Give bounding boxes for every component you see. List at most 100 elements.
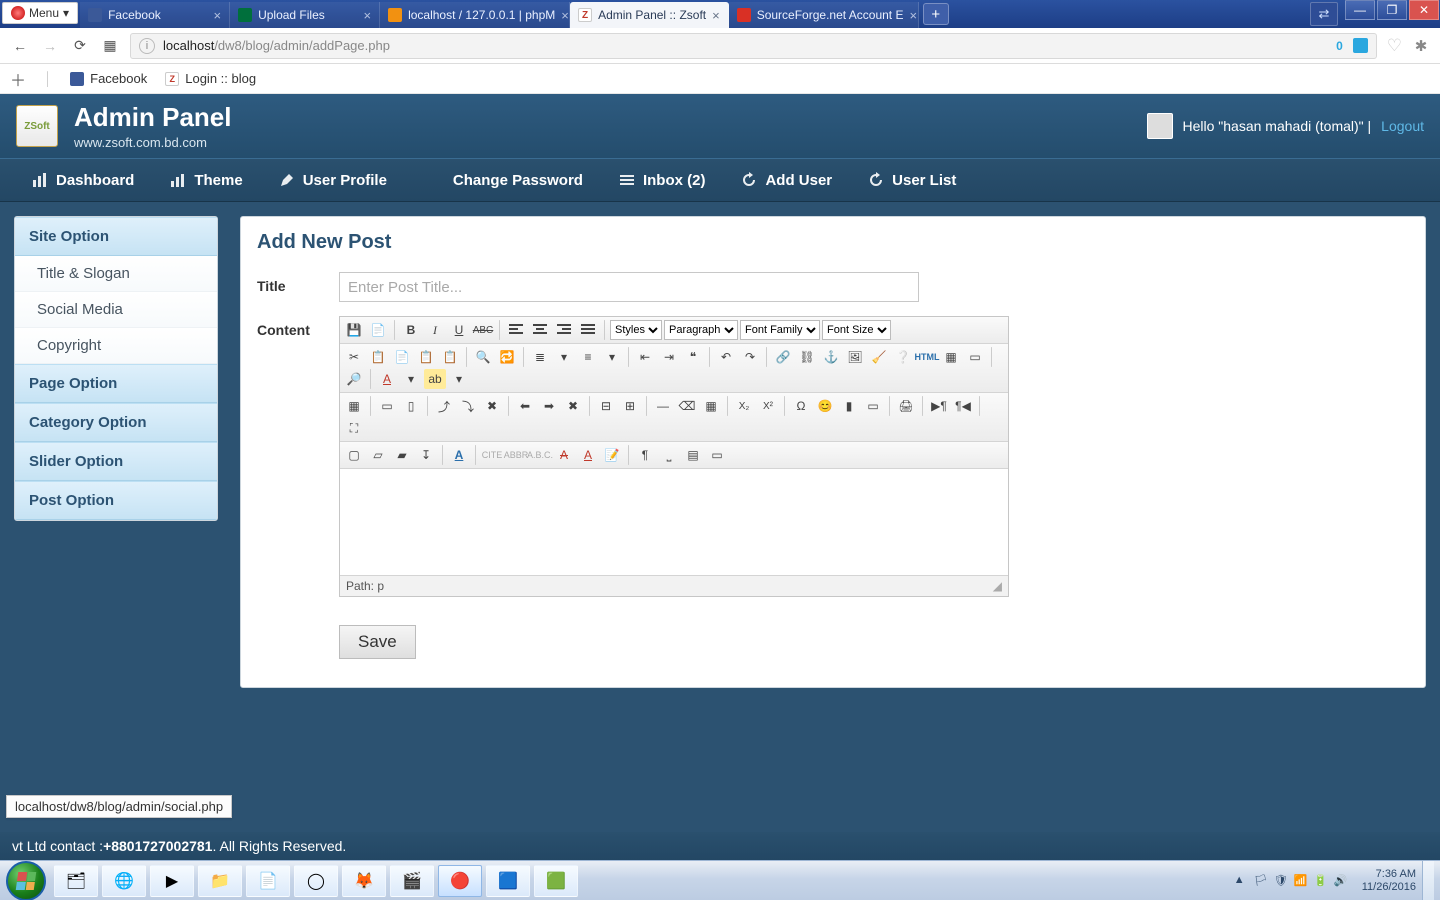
ltr-button[interactable]: ▶¶ bbox=[928, 396, 950, 416]
preview-button[interactable]: 🔎 bbox=[343, 369, 365, 389]
remove-format-button[interactable]: ⌫ bbox=[676, 396, 698, 416]
bookmark-login-blog[interactable]: Z Login :: blog bbox=[165, 71, 256, 86]
chevron-down-icon[interactable]: ▾ bbox=[400, 369, 422, 389]
format-select[interactable]: Paragraph bbox=[664, 320, 738, 340]
insert-row-before-button[interactable]: ⤴ bbox=[433, 396, 455, 416]
tray-network-icon[interactable]: 📶 bbox=[1294, 874, 1308, 888]
strikethrough-button[interactable]: ABC bbox=[472, 320, 494, 340]
align-center-button[interactable] bbox=[529, 320, 551, 340]
media-button[interactable]: ▮ bbox=[838, 396, 860, 416]
subscript-button[interactable]: X₂ bbox=[733, 396, 755, 416]
text-color-button[interactable]: A bbox=[376, 369, 398, 389]
absolute-button[interactable]: ↧ bbox=[415, 445, 437, 465]
superscript-button[interactable]: X² bbox=[757, 396, 779, 416]
blockquote-button[interactable]: ❝ bbox=[682, 347, 704, 367]
tray-volume-icon[interactable]: 🔊 bbox=[1334, 874, 1348, 888]
move-forward-button[interactable]: ▱ bbox=[367, 445, 389, 465]
taskbar-firefox[interactable]: 🦊 bbox=[342, 865, 386, 897]
paste-text-button[interactable]: 📋 bbox=[415, 347, 437, 367]
hr-button[interactable]: — bbox=[652, 396, 674, 416]
close-icon[interactable]: × bbox=[909, 8, 917, 23]
add-bookmark-button[interactable]: ＋ bbox=[10, 67, 26, 91]
rtl-button[interactable]: ¶◀ bbox=[952, 396, 974, 416]
close-icon[interactable]: × bbox=[712, 8, 720, 23]
tab-sourceforge-email[interactable]: SourceForge.net Account E × bbox=[729, 2, 919, 28]
taskbar-notes[interactable]: 📄 bbox=[246, 865, 290, 897]
bold-button[interactable]: B bbox=[400, 320, 422, 340]
align-justify-button[interactable] bbox=[577, 320, 599, 340]
font-family-select[interactable]: Font Family bbox=[740, 320, 820, 340]
insert-col-after-button[interactable]: ➡ bbox=[538, 396, 560, 416]
table-button[interactable]: ▦ bbox=[343, 396, 365, 416]
back-button[interactable]: ← bbox=[10, 36, 30, 56]
sidebar-item-title-slogan[interactable]: Title & Slogan bbox=[15, 256, 217, 292]
template-button[interactable]: ▤ bbox=[682, 445, 704, 465]
tab-facebook[interactable]: Facebook × bbox=[80, 2, 230, 28]
panel-toggle-button[interactable]: ⇄ bbox=[1310, 2, 1338, 26]
nav-inbox[interactable]: Inbox (2) bbox=[601, 159, 724, 201]
tray-shield-icon[interactable]: 🛡 bbox=[1274, 874, 1288, 888]
cite-button[interactable]: CITE bbox=[481, 445, 503, 465]
underline-button[interactable]: U bbox=[448, 320, 470, 340]
taskbar-dreamweaver[interactable]: 🟩 bbox=[534, 865, 578, 897]
taskbar-mpc[interactable]: 🎬 bbox=[390, 865, 434, 897]
new-document-icon[interactable]: 📄 bbox=[367, 320, 389, 340]
help-button[interactable]: ❔ bbox=[892, 347, 914, 367]
unlink-button[interactable]: ⛓ bbox=[796, 347, 818, 367]
split-cells-button[interactable]: ⊟ bbox=[595, 396, 617, 416]
visual-aid-button[interactable]: ▦ bbox=[700, 396, 722, 416]
nav-user-list[interactable]: User List bbox=[850, 159, 974, 201]
print-button[interactable]: 🖨 bbox=[895, 396, 917, 416]
tab-admin-panel[interactable]: Z Admin Panel :: Zsoft × bbox=[570, 2, 729, 28]
row-props-button[interactable]: ▭ bbox=[376, 396, 398, 416]
chevron-down-icon[interactable]: ▾ bbox=[601, 347, 623, 367]
save-icon[interactable]: 💾 bbox=[343, 320, 365, 340]
delete-col-button[interactable]: ✖ bbox=[562, 396, 584, 416]
taskbar-xampp[interactable]: 🟦 bbox=[486, 865, 530, 897]
forward-button[interactable]: → bbox=[40, 36, 60, 56]
find-button[interactable]: 🔍 bbox=[472, 347, 494, 367]
close-icon[interactable]: × bbox=[561, 8, 569, 23]
sidebar-item-social-media[interactable]: Social Media bbox=[15, 292, 217, 328]
align-left-button[interactable] bbox=[505, 320, 527, 340]
save-button[interactable]: Save bbox=[339, 625, 416, 659]
bullet-list-button[interactable]: ≣ bbox=[529, 347, 551, 367]
blockquote-toggle-button[interactable]: ▭ bbox=[706, 445, 728, 465]
special-char-button[interactable]: Ω bbox=[790, 396, 812, 416]
extension-icon[interactable]: ✱ bbox=[1412, 37, 1430, 55]
window-close-button[interactable]: ✕ bbox=[1409, 0, 1439, 20]
nav-change-password[interactable]: Change Password bbox=[435, 159, 601, 201]
paste-button[interactable]: 📄 bbox=[391, 347, 413, 367]
abbr-button[interactable]: ABBR bbox=[505, 445, 527, 465]
taskbar-wmp[interactable]: ▶ bbox=[150, 865, 194, 897]
align-right-button[interactable] bbox=[553, 320, 575, 340]
sidebar-head-page-option[interactable]: Page Option bbox=[15, 364, 217, 403]
indent-button[interactable]: ⇥ bbox=[658, 347, 680, 367]
acronym-button[interactable]: A.B.C. bbox=[529, 445, 551, 465]
font-size-select[interactable]: Font Size bbox=[822, 320, 891, 340]
nonbreaking-button[interactable]: ⎵ bbox=[658, 445, 680, 465]
sidebar-head-category-option[interactable]: Category Option bbox=[15, 403, 217, 442]
paste-word-button[interactable]: 📋 bbox=[439, 347, 461, 367]
tray-battery-icon[interactable]: 🔋 bbox=[1314, 874, 1328, 888]
anchor-button[interactable]: ⚓ bbox=[820, 347, 842, 367]
nav-theme[interactable]: Theme bbox=[152, 159, 260, 201]
emoticon-button[interactable]: 😊 bbox=[814, 396, 836, 416]
close-icon[interactable]: × bbox=[213, 8, 221, 23]
attribs-button[interactable]: 📝 bbox=[601, 445, 623, 465]
insert-layer-button[interactable]: ▢ bbox=[343, 445, 365, 465]
tray-clock[interactable]: 7:36 AM 11/26/2016 bbox=[1362, 868, 1416, 894]
image-button[interactable]: 🖼 bbox=[844, 347, 866, 367]
bookmark-heart-button[interactable]: ♡ bbox=[1387, 36, 1402, 56]
bookmark-facebook[interactable]: Facebook bbox=[70, 71, 147, 86]
insert-row-after-button[interactable]: ⤵ bbox=[457, 396, 479, 416]
logout-link[interactable]: Logout bbox=[1381, 118, 1424, 134]
redo-button[interactable]: ↷ bbox=[739, 347, 761, 367]
cleanup-button[interactable]: 🧹 bbox=[868, 347, 890, 367]
chevron-down-icon[interactable]: ▾ bbox=[553, 347, 575, 367]
new-tab-button[interactable]: + bbox=[923, 3, 949, 25]
numbered-list-button[interactable]: ≡ bbox=[577, 347, 599, 367]
find-replace-button[interactable]: 🔁 bbox=[496, 347, 518, 367]
speed-dial-button[interactable]: ▦ bbox=[100, 36, 120, 56]
nav-dashboard[interactable]: Dashboard bbox=[14, 159, 152, 201]
